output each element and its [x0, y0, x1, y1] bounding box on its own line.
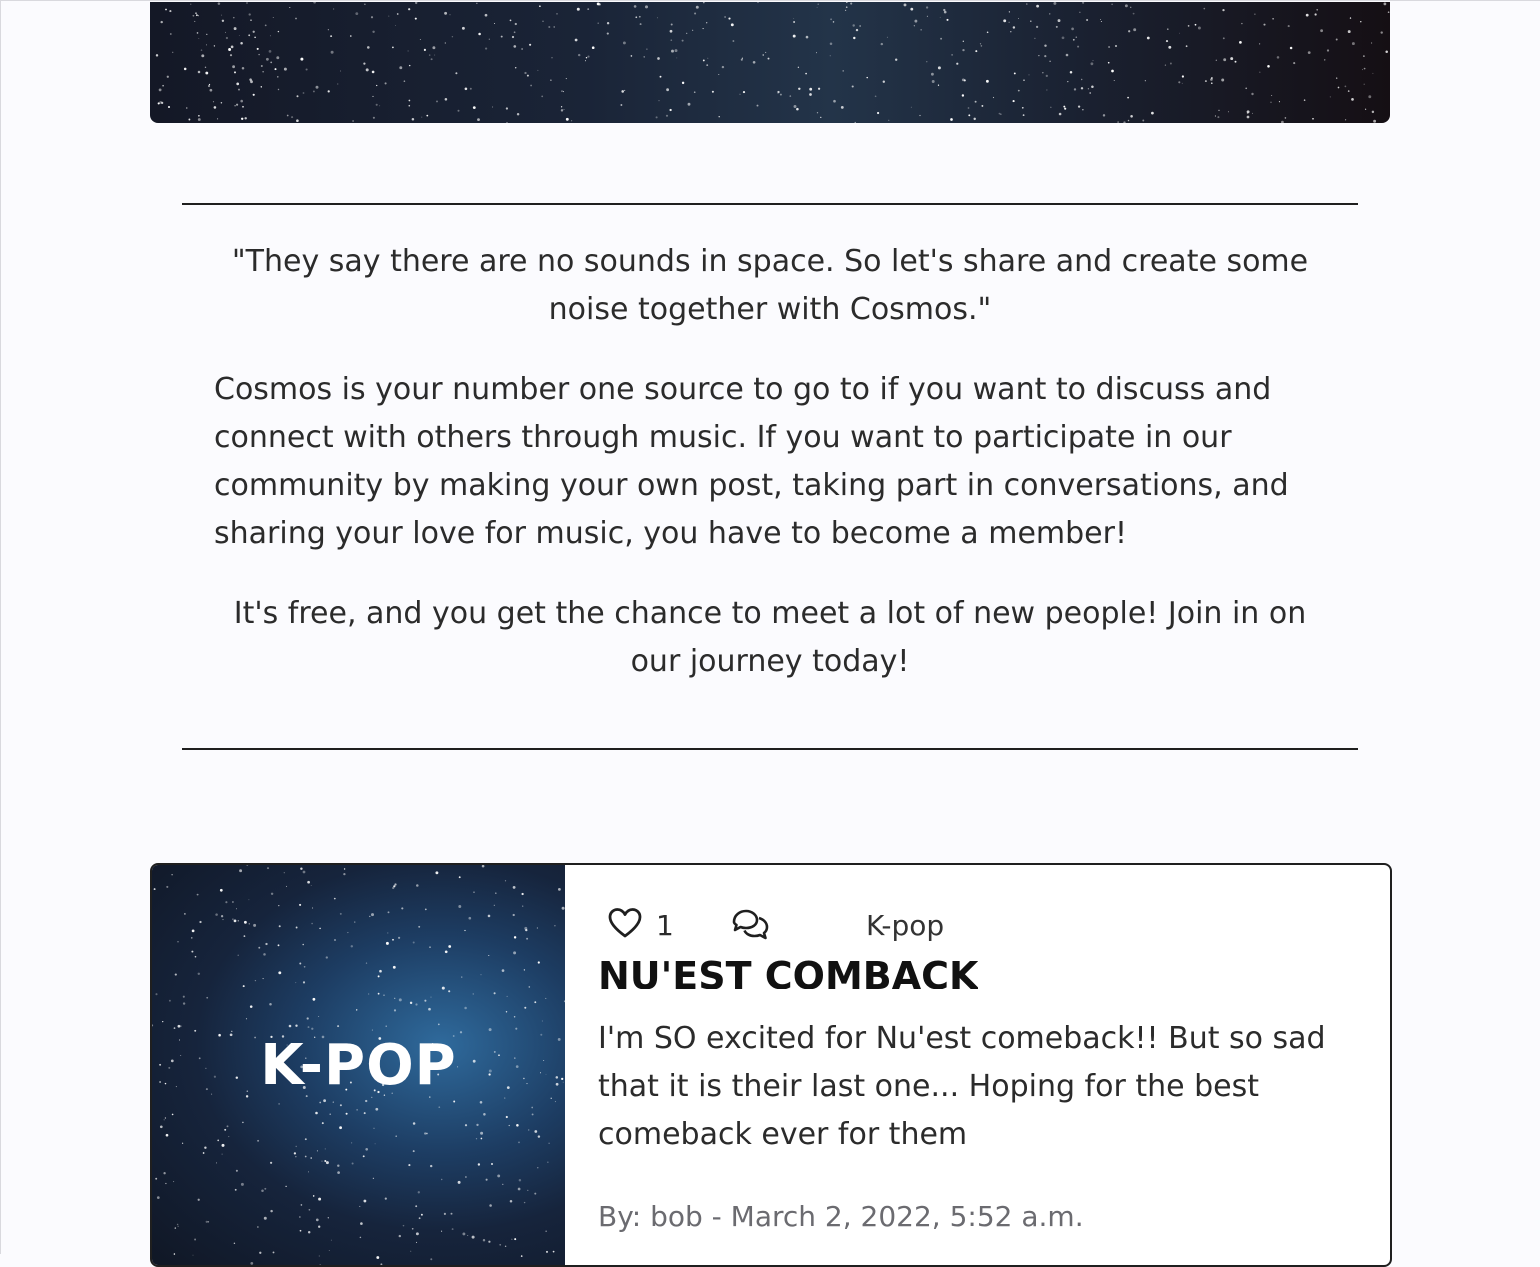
divider: [182, 203, 1358, 205]
thumbnail-label: K-POP: [260, 1033, 457, 1098]
comments-icon[interactable]: [730, 907, 770, 941]
join-paragraph: It's free, and you get the chance to mee…: [233, 596, 1307, 679]
page-edge: [0, 0, 1, 1254]
post-title-link[interactable]: NU'EST COMBACK: [598, 953, 978, 989]
post-thumbnail[interactable]: K-POP: [152, 865, 565, 1265]
hero-banner-image: [150, 2, 1390, 123]
heart-icon[interactable]: [608, 907, 642, 941]
post-byline: By: bob - March 2, 2022, 5:52 a.m.: [598, 1200, 1084, 1233]
site-quote: "They say there are no sounds in space. …: [231, 244, 1309, 327]
page-edge: [0, 0, 1540, 1]
like-count: 1: [656, 909, 674, 942]
post-category[interactable]: K-pop: [866, 909, 944, 943]
post-meta: 1 K-pop: [596, 903, 1296, 947]
post-card[interactable]: K-POP 1 K-pop NU'EST COMBACK I'm SO exci…: [150, 863, 1392, 1267]
post-excerpt: I'm SO excited for Nu'est comeback!! But…: [598, 1021, 1326, 1152]
about-paragraph: Cosmos is your number one source to go t…: [214, 372, 1289, 551]
divider: [182, 748, 1358, 750]
